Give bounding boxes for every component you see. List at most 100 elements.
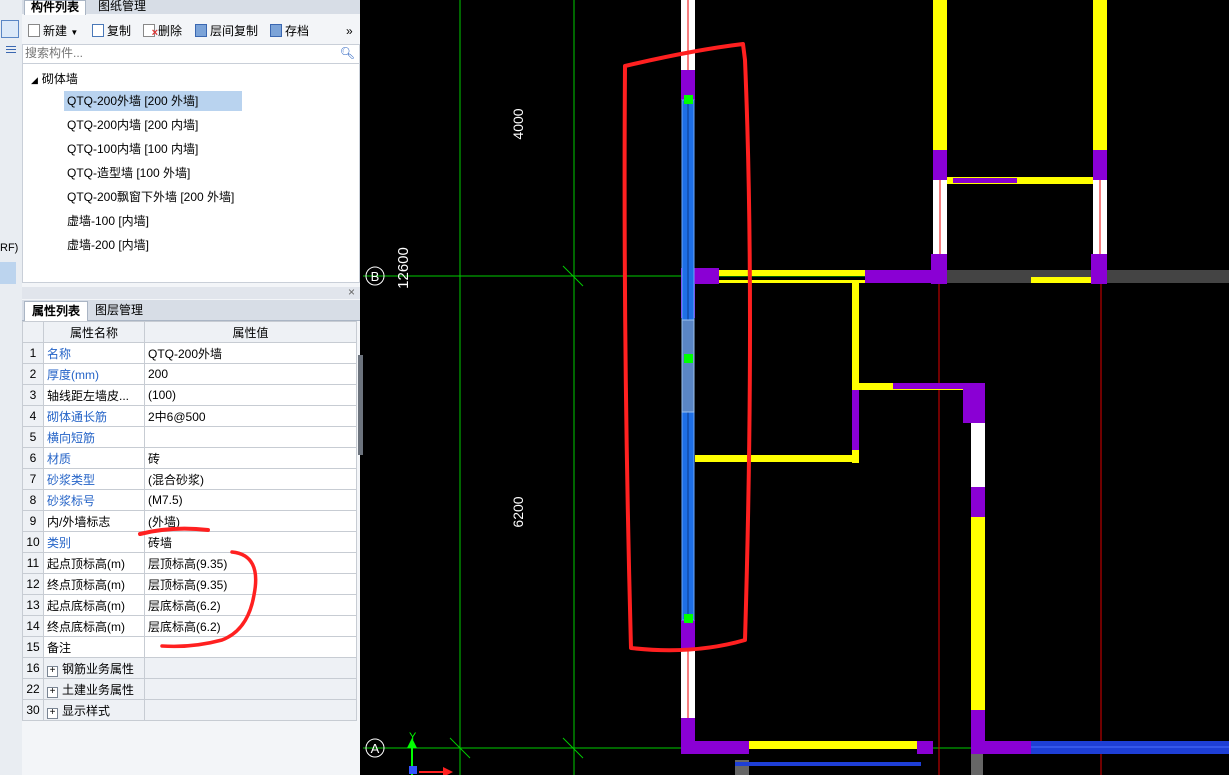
property-value[interactable]: 层底标高(6.2) [144,594,357,616]
row-number: 30 [22,699,44,721]
property-row[interactable]: 8 砂浆标号 (M7.5) [22,489,357,511]
close-icon[interactable]: × [348,285,355,299]
tree-root[interactable]: ◢ 砌体墙 [31,70,78,87]
property-value[interactable]: 层底标高(6.2) [144,615,357,637]
property-row[interactable]: 7 砂浆类型 (混合砂浆) [22,468,357,490]
property-row[interactable]: 4 砌体通长筋 2中6@500 [22,405,357,427]
property-row[interactable]: 10 类别 砖墙 [22,531,357,553]
floor-copy-label: 层间复制 [210,24,259,38]
collapse-icon[interactable]: ◢ [31,75,38,85]
tree-item[interactable]: QTQ-100内墙 [100 内墙] [64,139,201,159]
save-icon [270,24,282,37]
property-value[interactable]: 砖墙 [144,531,357,553]
tab-layer-management[interactable]: 图层管理 [88,301,150,320]
tab-property-list[interactable]: 属性列表 [24,301,89,321]
row-number: 9 [22,510,44,532]
property-value[interactable]: 200 [144,363,357,385]
property-row[interactable]: 1 名称 QTQ-200外墙 [22,342,357,364]
property-row[interactable]: 6 材质砖 [22,447,357,469]
row-number: 6 [22,447,44,469]
left-toolbar-strip: RF) [0,0,23,775]
floor-plan[interactable]: 4000 6200 12600 B A Y [363,0,1229,775]
property-value[interactable] [144,636,357,658]
search-icon[interactable]: 🔍︎ [340,46,355,60]
property-value[interactable]: (100) [144,384,357,406]
property-row[interactable]: 15 备注 [22,636,357,658]
property-group-row[interactable]: 22 + 土建业务属性 [22,678,357,700]
strip-selected-item[interactable] [0,262,16,284]
property-value[interactable] [144,426,357,448]
row-number: 1 [22,342,44,364]
property-value[interactable]: (混合砂浆) [144,468,357,490]
new-label: 新建 [43,24,68,38]
tab-drawing-management[interactable]: 图纸管理 [92,0,152,14]
floor-copy-button[interactable]: 层间复制 [195,22,258,40]
new-button[interactable]: 新建 ▼ [28,22,78,40]
property-row[interactable]: 13 起点底标高(m) 层底标高(6.2) [22,594,357,616]
property-value[interactable]: 层顶标高(9.35) [144,573,357,595]
tree-item[interactable]: QTQ-200内墙 [200 内墙] [64,115,201,135]
new-icon [28,24,40,37]
tab-component-list[interactable]: 构件列表 [24,0,87,15]
property-row[interactable]: 5 横向短筋 [22,426,357,448]
drawing-canvas[interactable]: 4000 6200 12600 B A Y [363,0,1229,775]
property-row[interactable]: 12 终点顶标高(m) 层顶标高(9.35) [22,573,357,595]
component-toolbar: 新建 ▼ 复制 删除 层间复制 存档 » [22,19,360,43]
property-group-row[interactable]: 30 + 显示样式 [22,699,357,721]
component-tree: ◢ 砌体墙 QTQ-200外墙 [200 外墙] QTQ-200内墙 [200 内… [22,64,360,283]
tree-root-label: 砌体墙 [41,72,78,86]
property-row[interactable]: 11 起点顶标高(m) 层顶标高(9.35) [22,552,357,574]
property-name: 名称 [43,342,145,364]
group-label: 显示样式 [62,703,111,718]
component-search: 🔍︎ [22,44,360,64]
property-table: 属性名称 属性值 1 名称 QTQ-200外墙 2 厚度(mm) 200 3 轴线距左墙皮… [22,321,357,721]
property-row[interactable]: 9 内/外墙标志 (外墙) [22,510,357,532]
save-button[interactable]: 存档 [270,22,309,40]
property-value[interactable]: (外墙) [144,510,357,532]
delete-button[interactable]: 删除 [143,22,183,42]
row-number: 8 [22,489,44,511]
copy-button[interactable]: 复制 [92,22,131,40]
row-number: 12 [22,573,44,595]
property-value[interactable]: 2中6@500 [144,405,357,427]
property-name: 砌体通长筋 [43,405,145,427]
property-row[interactable]: 2 厚度(mm) 200 [22,363,357,385]
tree-item[interactable]: QTQ-200外墙 [200 外墙] [64,91,242,111]
component-tabs: 构件列表 图纸管理 [22,0,360,15]
property-group[interactable]: + 显示样式 [43,699,145,721]
more-button[interactable]: » [346,22,353,40]
tree-item[interactable]: 虚墙-100 [内墙] [64,211,152,231]
property-group-row[interactable]: 16 + 钢筋业务属性 [22,657,357,679]
save-label: 存档 [285,24,310,38]
axis-label-b: B [371,269,380,284]
property-group[interactable]: + 土建业务属性 [43,678,145,700]
expand-icon[interactable]: + [47,707,58,719]
group-value [144,657,357,679]
search-input[interactable] [25,45,335,61]
expand-icon[interactable]: + [47,665,58,677]
delete-label: 删除 [158,24,183,38]
property-row[interactable]: 3 轴线距左墙皮... (100) [22,384,357,406]
property-value[interactable]: QTQ-200外墙 [144,342,357,364]
ucs-y-label: Y [409,731,417,743]
tree-item[interactable]: QTQ-200飘窗下外墙 [200 外墙] [64,187,237,207]
property-header-row: 属性名称 属性值 [22,321,357,343]
row-number: 5 [22,426,44,448]
property-value[interactable]: (M7.5) [144,489,357,511]
panel-splitter[interactable]: × [22,285,360,299]
row-number: 16 [22,657,44,679]
property-value[interactable]: 砖 [144,447,357,469]
tree-item[interactable]: QTQ-造型墙 [100 外墙] [64,163,193,183]
property-name: 类别 [43,531,145,553]
dropdown-arrow-icon[interactable]: ▼ [70,28,78,37]
group-label: 土建业务属性 [62,682,135,697]
expand-icon[interactable]: + [47,686,58,698]
tree-item[interactable]: 虚墙-200 [内墙] [64,235,152,255]
property-value[interactable]: 层顶标高(9.35) [144,552,357,574]
row-number: 15 [22,636,44,658]
properties-view-icon[interactable] [1,20,19,47]
property-group[interactable]: + 钢筋业务属性 [43,657,145,679]
property-name: 备注 [43,636,145,658]
property-name: 砂浆标号 [43,489,145,511]
property-row[interactable]: 14 终点底标高(m) 层底标高(6.2) [22,615,357,637]
